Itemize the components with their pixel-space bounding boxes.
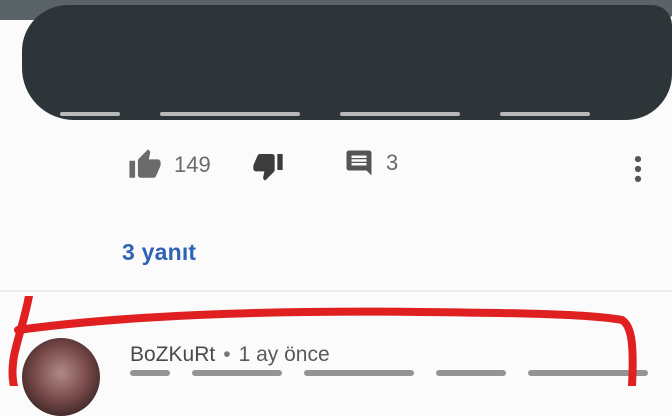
comment-divider	[0, 290, 672, 292]
comment-action-bar: 149 3	[0, 148, 672, 192]
more-options-button[interactable]	[632, 152, 644, 186]
dislike-button[interactable]	[252, 150, 284, 182]
comment-icon	[346, 150, 372, 176]
thumbs-down-icon	[253, 154, 283, 181]
comment-text-remnant	[60, 110, 620, 118]
reply-count: 3	[386, 150, 399, 175]
like-count: 149	[174, 152, 211, 177]
view-replies-link[interactable]: 3 yanıt	[122, 239, 196, 266]
redaction-box	[22, 5, 672, 120]
reply-button[interactable]: 3	[344, 148, 398, 178]
red-highlight-annotation	[8, 296, 637, 386]
vertical-dots-icon	[634, 155, 642, 183]
thumbs-up-icon	[129, 149, 161, 178]
like-button[interactable]: 149	[128, 148, 211, 182]
